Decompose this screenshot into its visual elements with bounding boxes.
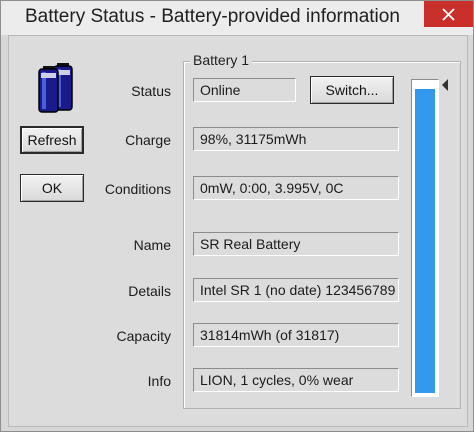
capacity-value: 31814mWh (of 31817) (193, 323, 399, 347)
conditions-label: Conditions (104, 181, 171, 197)
info-label: Info (147, 373, 171, 389)
window-title: Battery Status - Battery-provided inform… (25, 6, 400, 27)
info-value: LION, 1 cycles, 0% wear (193, 368, 399, 392)
status-label: Status (131, 83, 171, 99)
status-value: Online (193, 78, 296, 102)
charge-label: Charge (125, 132, 171, 148)
conditions-value: 0mW, 0:00, 3.995V, 0C (193, 176, 399, 200)
close-icon (442, 8, 455, 21)
close-button[interactable] (424, 1, 473, 27)
title-bar[interactable]: Battery Status - Battery-provided inform… (1, 1, 473, 35)
charge-level-fill (415, 89, 435, 393)
details-value: Intel SR 1 (no date) 123456789 (193, 278, 399, 302)
capacity-label: Capacity (116, 328, 171, 344)
battery-status-window: Battery Status - Battery-provided inform… (0, 0, 474, 432)
battery-group-title: Battery 1 (190, 52, 253, 68)
level-marker-icon (442, 79, 448, 91)
name-label: Name (133, 237, 171, 253)
switch-button[interactable]: Switch... (310, 76, 394, 104)
charge-value: 98%, 31175mWh (193, 127, 399, 151)
details-label: Details (128, 283, 171, 299)
charge-level-bar (411, 79, 439, 397)
name-value: SR Real Battery (193, 232, 399, 256)
dialog-body: Refresh OK Battery 1 Status Online Switc… (8, 35, 468, 427)
